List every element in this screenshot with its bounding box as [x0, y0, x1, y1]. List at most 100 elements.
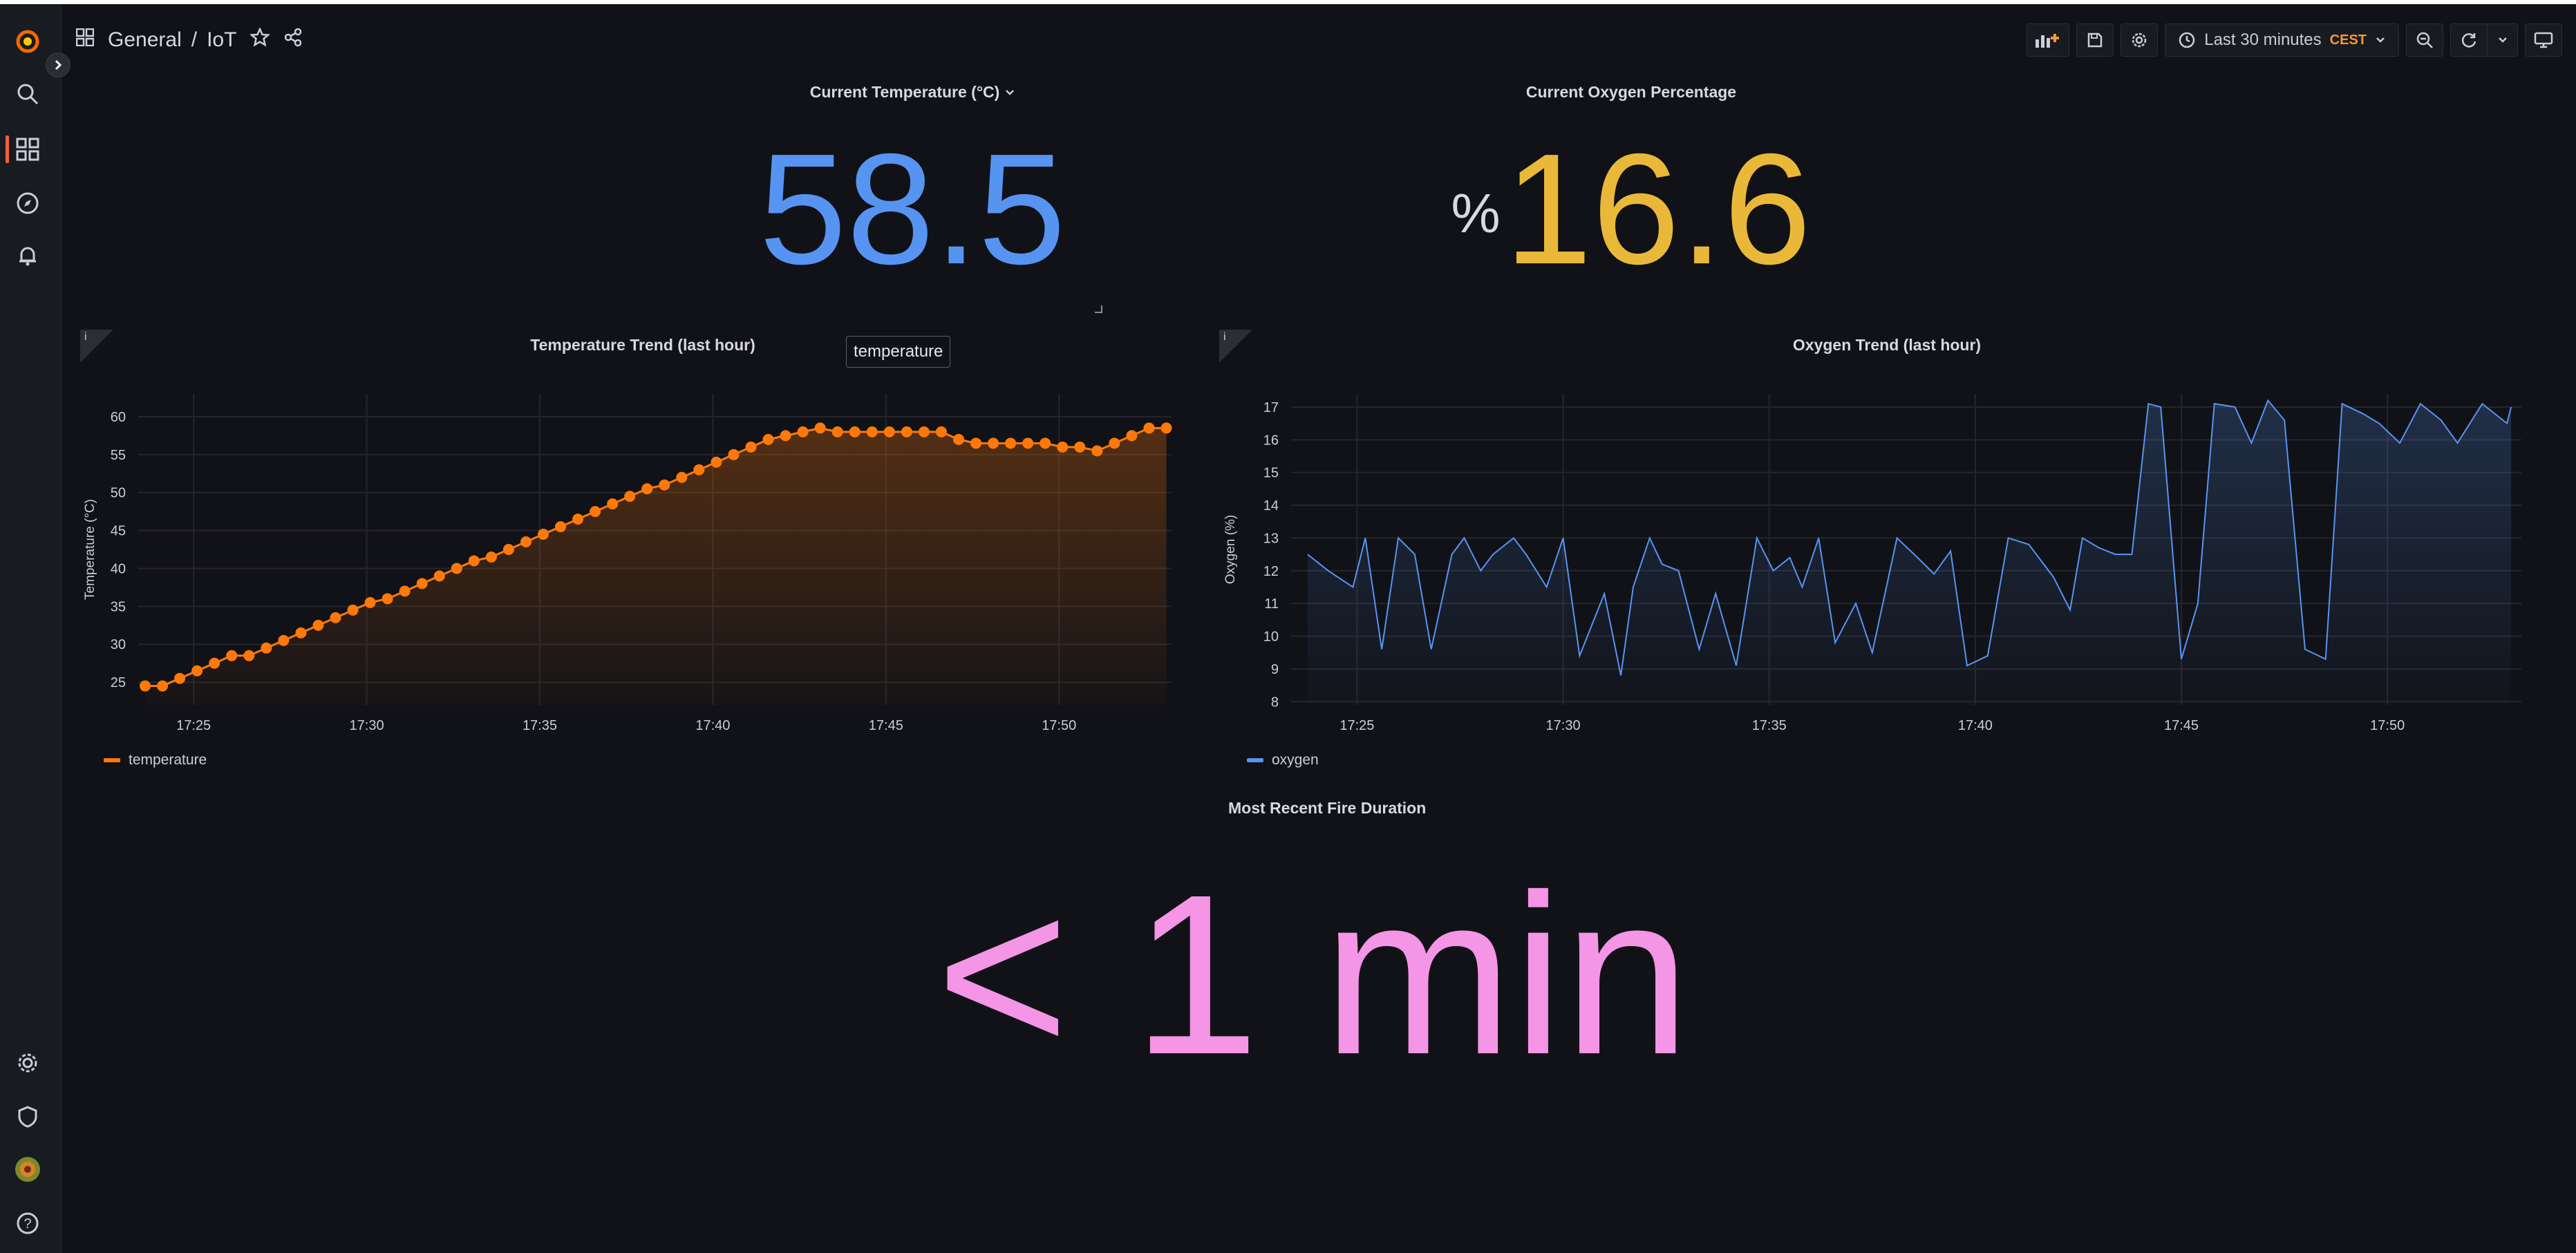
temperature-data-point: [572, 514, 584, 525]
temperature-data-point: [607, 498, 619, 510]
y-tick-label: 8: [1271, 695, 1279, 710]
temperature-data-point: [797, 426, 809, 437]
temperature-data-point: [624, 491, 636, 502]
temperature-data-point: [191, 665, 203, 677]
temperature-legend[interactable]: temperature: [104, 752, 207, 769]
temperature-data-point: [1160, 422, 1172, 434]
monitor-icon: [2534, 32, 2553, 48]
search-icon[interactable]: [14, 80, 41, 108]
dashboard-settings-button[interactable]: [2121, 23, 2159, 57]
y-tick-label: 13: [1263, 531, 1279, 546]
temperature-data-point: [952, 433, 964, 445]
temperature-data-point: [468, 555, 480, 567]
user-avatar[interactable]: [14, 1156, 41, 1183]
temperature-panel-info-corner[interactable]: i: [80, 330, 113, 363]
temperature-trend-title[interactable]: Temperature Trend (last hour): [435, 336, 850, 355]
chevron-down-icon: [2376, 37, 2385, 43]
oxygen-trend-chart[interactable]: 8 9 10 11 12 13 14 15 16 17 17:25 17:30 17:35 17:40 17…: [1215, 380, 2528, 746]
info-icon: i: [1223, 331, 1226, 343]
breadcrumb-dashboard[interactable]: IoT: [207, 28, 236, 52]
temperature-data-point: [641, 483, 653, 495]
info-icon: i: [84, 331, 87, 343]
x-tick-label: 17:40: [1958, 718, 1993, 733]
temperature-data-point: [520, 536, 532, 548]
temperature-data-point: [502, 544, 514, 555]
refresh-button[interactable]: [2450, 23, 2488, 57]
expand-sidebar-chevron-icon[interactable]: [46, 53, 70, 77]
fire-duration-value: < 1 min: [936, 847, 1691, 1102]
oxygen-stat-value-row: % 16.6: [1438, 123, 1825, 296]
y-tick-label: 25: [111, 675, 126, 690]
alerting-bell-icon[interactable]: [14, 242, 41, 270]
refresh-interval-dropdown[interactable]: [2488, 23, 2518, 57]
chevron-down-icon: [2498, 37, 2507, 43]
grafana-logo-icon[interactable]: [14, 28, 41, 55]
explore-icon[interactable]: [14, 189, 41, 217]
share-icon[interactable]: [283, 28, 303, 53]
oxygen-legend[interactable]: oxygen: [1247, 752, 1319, 769]
temperature-data-point: [970, 437, 982, 449]
breadcrumb-separator: /: [191, 28, 198, 51]
temperature-data-point: [831, 426, 843, 437]
dashboard-header: General / IoT: [75, 19, 303, 61]
tv-mode-button[interactable]: [2525, 23, 2562, 57]
temperature-data-point: [209, 657, 220, 669]
shield-icon[interactable]: [14, 1103, 41, 1131]
series-tooltip: temperature: [846, 336, 951, 368]
temperature-data-point: [330, 612, 341, 623]
oxygen-legend-swatch: [1247, 758, 1263, 762]
x-tick-label: 17:50: [1042, 718, 1076, 733]
x-tick-label: 17:40: [695, 718, 730, 733]
y-tick-label: 45: [111, 524, 126, 539]
dashboards-grid-icon: [75, 28, 95, 52]
help-icon[interactable]: ?: [14, 1209, 41, 1237]
temperature-data-point: [1109, 437, 1120, 449]
breadcrumb-folder[interactable]: General: [108, 28, 182, 52]
y-tick-label: 35: [111, 599, 126, 614]
temperature-stat-value: 58.5: [759, 122, 1066, 297]
dashboard-toolbar: Last 30 minutes CEST: [2027, 23, 2562, 57]
y-tick-label: 16: [1263, 433, 1279, 448]
settings-gear-icon[interactable]: [14, 1049, 41, 1077]
x-tick-label: 17:35: [523, 718, 557, 733]
temperature-data-point: [676, 471, 688, 483]
temperature-data-point: [1022, 437, 1034, 449]
add-panel-button[interactable]: [2027, 23, 2070, 57]
oxygen-panel-info-corner[interactable]: i: [1219, 330, 1252, 363]
temperature-data-point: [347, 604, 359, 616]
y-tick-label: 11: [1264, 596, 1279, 612]
temperature-trend-chart[interactable]: 25 30 35 40 45 50 55 60 17:25 17:30 17:35 17:40 17:4…: [76, 380, 1182, 746]
clock-icon: [2179, 32, 2195, 48]
temperature-data-point: [988, 437, 999, 449]
save-icon: [2087, 32, 2103, 48]
star-icon[interactable]: [250, 26, 271, 53]
resize-handle-icon[interactable]: [1093, 304, 1103, 314]
temperature-data-point: [883, 426, 895, 437]
temperature-data-point: [1040, 437, 1051, 449]
timezone-badge: CEST: [2329, 32, 2367, 48]
time-range-label: Last 30 minutes: [2204, 30, 2322, 49]
y-tick-label: 10: [1263, 630, 1279, 645]
temperature-data-point: [537, 529, 549, 540]
y-axis-label: Oxygen (%): [1223, 515, 1238, 584]
temperature-stat-title-row[interactable]: Current Temperature (°C): [719, 83, 1106, 102]
oxygen-trend-title[interactable]: Oxygen Trend (last hour): [1680, 336, 2094, 355]
temperature-data-point: [157, 680, 169, 692]
time-range-picker[interactable]: Last 30 minutes CEST: [2165, 23, 2399, 57]
temperature-data-point: [278, 634, 290, 646]
zoom-out-icon: [2416, 32, 2433, 48]
refresh-icon: [2461, 33, 2476, 48]
y-tick-label: 60: [111, 410, 126, 425]
refresh-button-group: [2450, 23, 2518, 57]
temperature-data-point: [745, 441, 757, 453]
y-tick-label: 55: [111, 448, 126, 463]
x-tick-label: 17:35: [1752, 718, 1787, 733]
zoom-out-button[interactable]: [2406, 23, 2443, 57]
x-tick-label: 17:25: [1339, 718, 1374, 733]
temperature-data-point: [382, 593, 393, 605]
temperature-data-point: [935, 426, 947, 437]
x-tick-label: 17:45: [2164, 718, 2199, 733]
save-dashboard-button[interactable]: [2076, 23, 2114, 57]
dashboards-icon[interactable]: [14, 135, 41, 163]
temperature-data-point: [918, 426, 930, 437]
